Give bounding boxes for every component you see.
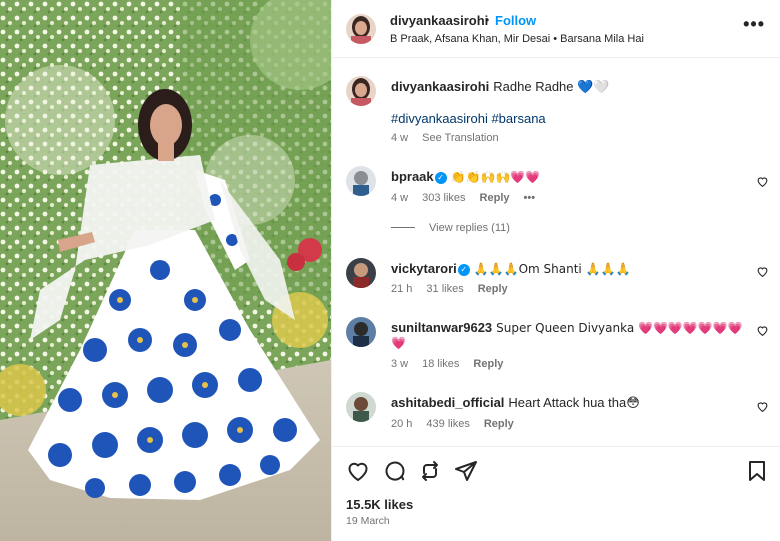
comment-like-heart-icon[interactable] [756, 400, 769, 413]
comment-username[interactable]: ashitabedi_official [391, 395, 504, 410]
comment-meta: 4 w 303 likes Reply ••• [391, 192, 549, 204]
avatar[interactable] [346, 76, 376, 106]
reply-button[interactable]: Reply [478, 283, 508, 295]
reply-button[interactable]: Reply [480, 192, 510, 204]
heart-icon[interactable] [346, 459, 370, 483]
comment-text: 👏👏🙌🙌💗💗 [450, 170, 541, 184]
caption-age: 4 w [391, 132, 409, 144]
see-translation-link[interactable]: See Translation [422, 132, 498, 144]
post-header: divyankaasirohi • Follow B Praak, Afsana… [332, 0, 780, 58]
send-icon[interactable] [454, 459, 478, 483]
comment-age: 3 w [391, 358, 409, 370]
comment-likes[interactable]: 303 likes [422, 192, 465, 204]
comment-username[interactable]: bpraak [391, 169, 434, 184]
comment-age: 20 h [391, 418, 413, 430]
comment-line: bpraak ✓ 👏👏🙌🙌💗💗 [391, 169, 540, 184]
post-photo[interactable] [0, 0, 331, 541]
audio-link[interactable]: B Praak, Afsana Khan, Mir Desai • Barsan… [390, 33, 644, 45]
comment-line: vickytarori ✓ 🙏🙏🙏Om Shanti 🙏🙏🙏 [391, 261, 630, 276]
comment-meta: 20 h 439 likes Reply [391, 418, 528, 430]
comment-text-continued: 💗 [391, 336, 406, 350]
comment-text: Heart Attack hua tha😳 [508, 395, 640, 410]
verified-icon: ✓ [434, 172, 447, 184]
likes-count[interactable]: 15.5K likes [346, 497, 413, 512]
comment-like-heart-icon[interactable] [756, 265, 769, 278]
verified-icon: ✓ [457, 264, 470, 276]
comment-meta: 21 h 31 likes Reply [391, 283, 522, 295]
comment-age: 4 w [391, 192, 409, 204]
post-date: 19 March [346, 515, 390, 527]
avatar[interactable] [346, 14, 376, 44]
comment-line: ashitabedi_official Heart Attack hua tha😳 [391, 395, 640, 411]
avatar[interactable] [346, 166, 376, 196]
comment-like-heart-icon[interactable] [756, 324, 769, 337]
post-actions: 15.5K likes 19 March [332, 446, 780, 541]
post-username[interactable]: divyankaasirohi [390, 13, 488, 28]
post-detail-panel: divyankaasirohi • Follow B Praak, Afsana… [331, 0, 780, 541]
comment-meta: 3 w 18 likes Reply [391, 358, 517, 370]
repost-icon[interactable] [418, 459, 442, 483]
comment-likes[interactable]: 18 likes [422, 358, 459, 370]
reply-button[interactable]: Reply [484, 418, 514, 430]
avatar[interactable] [346, 317, 376, 347]
comment-like-heart-icon[interactable] [756, 175, 769, 188]
caption-username[interactable]: divyankaasirohi [391, 79, 489, 94]
comment-username[interactable]: vickytarori [391, 261, 457, 276]
caption-meta: 4 w See Translation [391, 132, 513, 144]
caption-hashtags[interactable]: #divyankaasirohi #barsana [391, 111, 546, 126]
comment-icon[interactable] [383, 459, 407, 483]
bookmark-icon[interactable] [745, 459, 769, 483]
comment-line-wrap: 💗 [391, 335, 406, 350]
comment-text: 🙏🙏🙏Om Shanti 🙏🙏🙏 [473, 262, 631, 276]
replies-line [391, 227, 415, 228]
avatar[interactable] [346, 392, 376, 422]
comment-line: suniltanwar9623 Super Queen Divyanka 💗💗💗💗… [391, 320, 743, 335]
comment-age: 21 h [391, 283, 413, 295]
comment-username[interactable]: suniltanwar9623 [391, 320, 492, 335]
reply-button[interactable]: Reply [473, 358, 503, 370]
comment-text: Super Queen Divyanka 💗💗💗💗💗💗💗 [496, 321, 743, 335]
more-options-icon[interactable]: ••• [743, 14, 765, 35]
caption-text: Radhe Radhe 💙🤍 [493, 79, 610, 94]
post-image [0, 0, 331, 541]
caption-line: divyankaasirohi Radhe Radhe 💙🤍 [391, 79, 610, 95]
comment-likes[interactable]: 31 likes [426, 283, 463, 295]
follow-button[interactable]: Follow [495, 13, 536, 28]
separator-dot: • [485, 13, 490, 27]
comment-likes[interactable]: 439 likes [426, 418, 469, 430]
view-replies-button[interactable]: View replies (11) [391, 222, 510, 234]
comment-more-icon[interactable]: ••• [524, 192, 536, 204]
avatar[interactable] [346, 258, 376, 288]
view-replies-label: View replies (11) [429, 222, 510, 234]
